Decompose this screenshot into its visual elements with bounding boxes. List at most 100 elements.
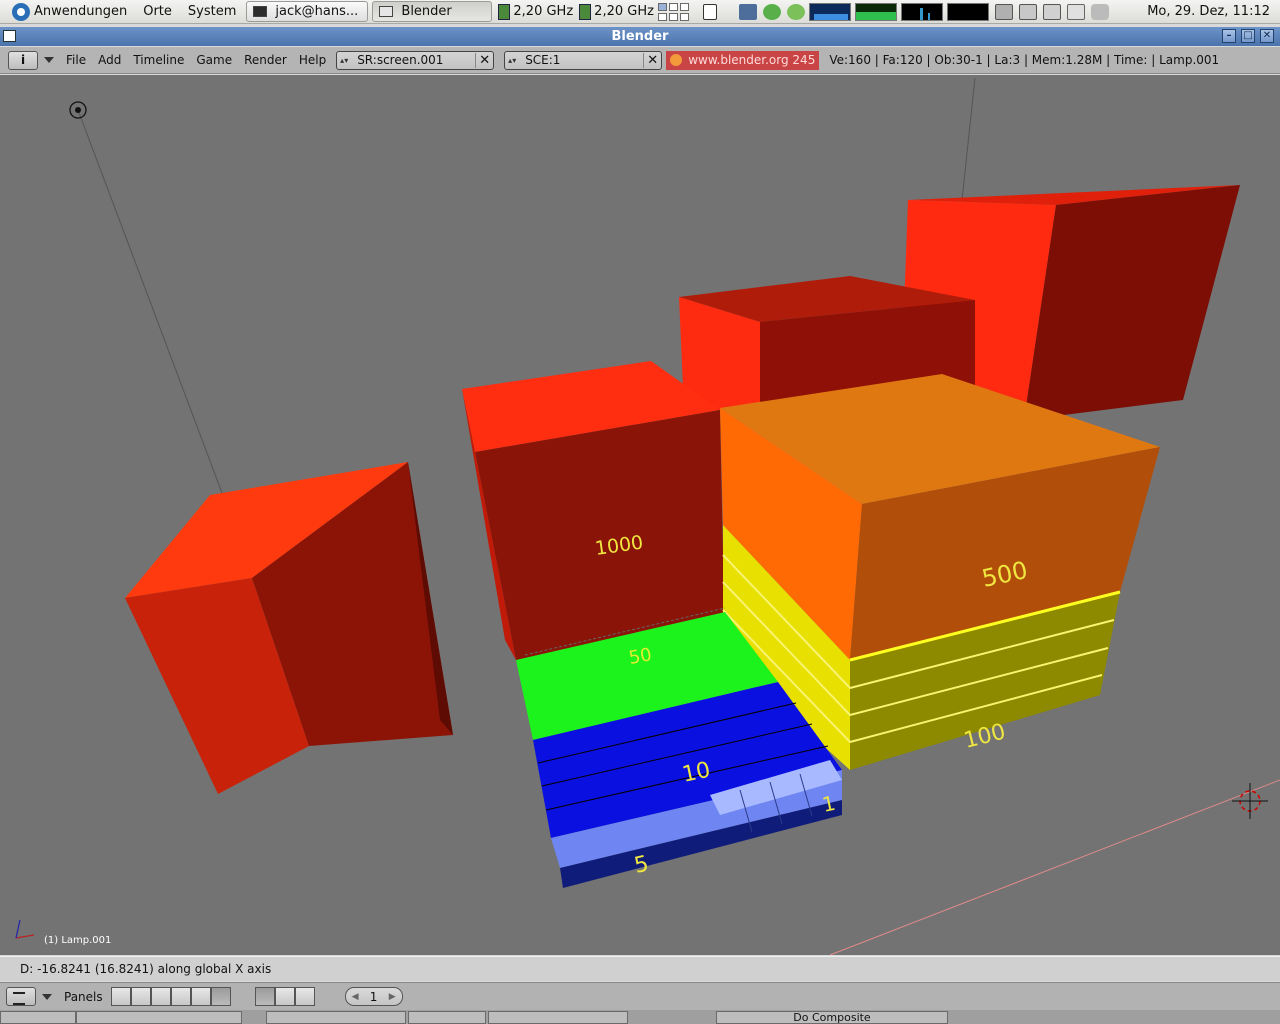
window-icon [379, 6, 394, 17]
cpu-freq-icon-2 [579, 3, 592, 20]
window-titlebar[interactable]: Blender – □ ✕ [0, 27, 1280, 46]
drive-icon-2[interactable] [1018, 3, 1037, 20]
applications-menu-label: Anwendungen [34, 4, 128, 19]
menu-timeline[interactable]: Timeline [133, 53, 184, 67]
frame-value: 1 [369, 989, 378, 1004]
updown-icon-2: ▴▾ [508, 55, 517, 65]
blender-info-header: i File Add Timeline Game Render Help ▴▾ … [0, 47, 1280, 74]
collapse-header-icon[interactable] [42, 993, 52, 1000]
menu-game[interactable]: Game [196, 53, 232, 67]
lamp-line-2 [961, 77, 976, 201]
gnome-top-panel: Anwendungen Orte System jack@hans... Ble… [0, 0, 1280, 24]
task-terminal-label: jack@hans... [275, 4, 359, 19]
workspace-4[interactable] [657, 12, 667, 21]
cpu-freq-icon [498, 3, 511, 20]
delete-screen-icon[interactable]: ✕ [475, 52, 493, 68]
system-menu-label: System [187, 4, 237, 19]
menu-file[interactable]: File [66, 53, 86, 67]
panel-tab-1[interactable] [0, 1011, 76, 1024]
menu-render[interactable]: Render [244, 53, 287, 67]
maximize-icon[interactable]: □ [1241, 29, 1255, 43]
workspace-2[interactable] [668, 2, 678, 11]
label-50: 50 [627, 644, 653, 669]
screen-name: SR:screen.001 [357, 53, 444, 67]
show-desktop-icon[interactable] [702, 3, 717, 20]
updown-icon: ▴▾ [340, 55, 349, 65]
panel-tab-5[interactable] [488, 1011, 628, 1024]
panel-tab-2[interactable] [76, 1011, 242, 1024]
increment-icon[interactable]: ▶ [389, 992, 396, 1002]
axis-gizmo-icon [15, 919, 35, 939]
window-title: Blender [611, 29, 669, 44]
scene-selector[interactable]: ▴▾ SCE:1 ✕ [504, 50, 663, 70]
x-axis-line [829, 779, 1280, 955]
minimize-icon[interactable]: – [1222, 29, 1236, 43]
gnome-logo-icon [12, 2, 30, 21]
scene-icon[interactable] [210, 987, 231, 1006]
clipboard-icon[interactable] [1066, 3, 1085, 20]
menu-add[interactable]: Add [98, 53, 121, 67]
context-buttons [110, 987, 231, 1006]
logic-icon[interactable] [110, 987, 131, 1006]
workspace-3[interactable] [679, 2, 689, 11]
workspace-switcher[interactable] [657, 2, 689, 21]
3d-cursor-icon [1232, 783, 1268, 819]
menu-help[interactable]: Help [299, 53, 326, 67]
blender-logo-icon [670, 54, 683, 66]
terminal-icon [253, 6, 268, 17]
transform-status: D: -16.8241 (16.8241) along global X axi… [0, 956, 1280, 981]
network-graph-icon [900, 2, 943, 21]
workspace-1[interactable] [657, 2, 667, 11]
cpu-freq-2: 2,20 GHz [594, 4, 654, 19]
clock[interactable]: Mo, 29. Dez, 11:12 [1147, 4, 1270, 19]
drive-icon[interactable] [994, 3, 1013, 20]
buttons-window-header: Panels ◀ 1 ▶ [0, 982, 1280, 1010]
status-icon[interactable] [786, 3, 805, 20]
decrement-icon[interactable]: ◀ [352, 992, 359, 1002]
info-icon: i [20, 53, 26, 67]
sound-icon[interactable] [294, 987, 315, 1006]
volume-icon[interactable] [1090, 3, 1109, 20]
blender-url[interactable]: www.blender.org 245 [666, 50, 820, 70]
script-icon[interactable] [130, 987, 151, 1006]
delete-scene-icon[interactable]: ✕ [643, 52, 661, 68]
memory-graph-icon [854, 2, 897, 21]
shading-icon[interactable] [150, 987, 171, 1006]
panel-tab-4[interactable] [408, 1011, 486, 1024]
blender-url-label: www.blender.org 245 [688, 53, 816, 67]
drive-icon-3[interactable] [1042, 3, 1061, 20]
cube-left [125, 462, 453, 794]
anim-icon[interactable] [274, 987, 295, 1006]
window-type-icon[interactable] [6, 987, 36, 1006]
update-notifier-icon[interactable] [762, 3, 781, 20]
workspace-5[interactable] [668, 12, 678, 21]
window-type-button[interactable]: i [8, 50, 38, 70]
system-menu[interactable]: System [178, 0, 242, 24]
buttons-panel-strip: Do Composite [0, 1010, 1280, 1024]
applications-menu[interactable]: Anwendungen [0, 0, 133, 24]
scene-stats: Ve:160 | Fa:120 | Ob:30-1 | La:3 | Mem:1… [829, 53, 1220, 67]
scene-name: SCE:1 [525, 53, 561, 67]
lamp-icon [69, 101, 87, 119]
do-composite-button[interactable]: Do Composite [716, 1011, 948, 1024]
render-icon[interactable] [254, 987, 275, 1006]
task-terminal[interactable]: jack@hans... [246, 1, 369, 22]
places-menu[interactable]: Orte [133, 0, 178, 24]
load-graph-icon [946, 2, 989, 21]
frame-field[interactable]: ◀ 1 ▶ [344, 987, 403, 1006]
collapse-menus-icon[interactable] [44, 57, 54, 63]
3d-viewport[interactable]: 1000 500 50 100 10 1 5 (1) Lamp.001 [0, 75, 1280, 955]
panel-tab-3[interactable] [266, 1011, 406, 1024]
editing-icon[interactable] [190, 987, 211, 1006]
task-blender[interactable]: Blender [372, 1, 493, 22]
window-menu-icon[interactable] [3, 30, 16, 42]
scene-render: 1000 500 50 100 10 1 5 [15, 77, 1280, 955]
object-icon[interactable] [170, 987, 191, 1006]
network-icon[interactable] [738, 3, 757, 20]
panels-label: Panels [64, 989, 103, 1004]
workspace-6[interactable] [679, 12, 689, 21]
close-icon[interactable]: ✕ [1260, 29, 1274, 43]
screen-selector[interactable]: ▴▾ SR:screen.001 ✕ [336, 50, 495, 70]
scene-sub-buttons [254, 987, 315, 1006]
cpu-freq-1: 2,20 GHz [513, 4, 574, 19]
